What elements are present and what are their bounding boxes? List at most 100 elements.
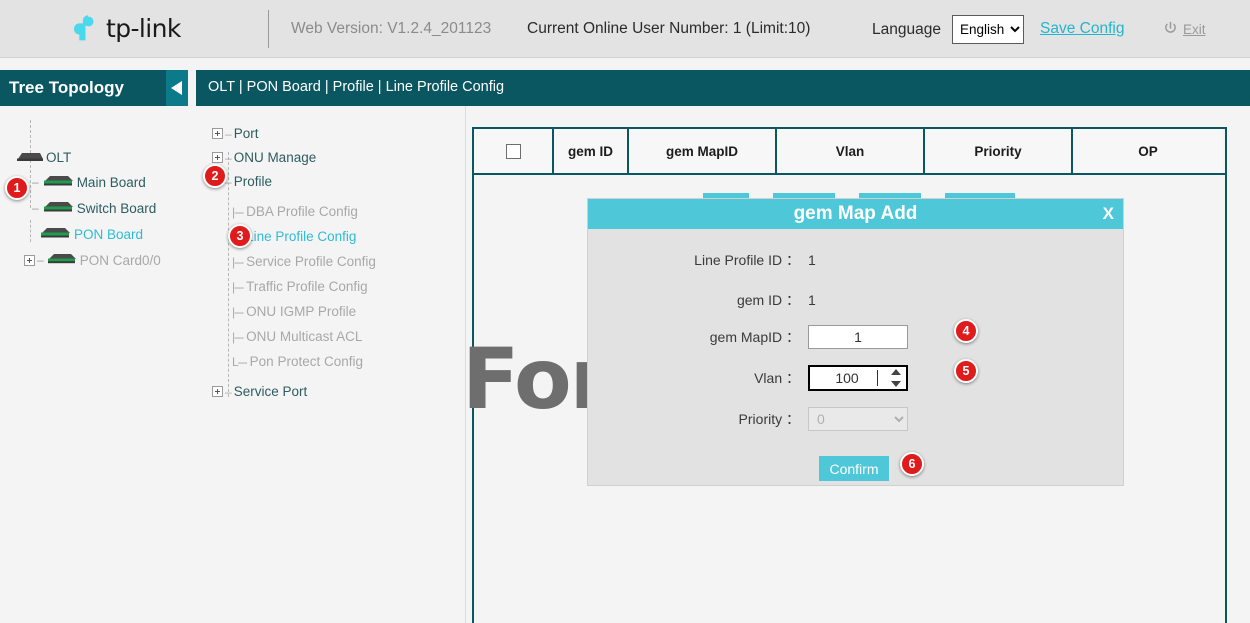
menu-dash: |--- <box>232 205 243 219</box>
navigation-menu-panel: – Port – ONU Manage – Profile |--- DBA P… <box>196 106 466 623</box>
tplink-logo: tp-link <box>68 12 181 44</box>
priority-select[interactable]: 0 <box>808 407 908 431</box>
field-priority: Priority ： 0 <box>588 407 1123 431</box>
menu-dash: |--- <box>232 330 243 344</box>
tree-item-olt[interactable]: OLT <box>14 150 71 165</box>
menu-dash: |--- <box>232 280 243 294</box>
dialog-title-bar: gem Map Add X <box>588 199 1123 229</box>
language-select[interactable]: English <box>952 15 1024 44</box>
field-line-profile-id: Line Profile ID ： 1 <box>588 250 1123 270</box>
menu-item-pon-protect-config[interactable]: L--- Pon Protect Config <box>232 354 363 369</box>
menu-item-label: Line Profile Config <box>246 229 356 244</box>
menu-dash: – <box>225 151 231 165</box>
menu-dash: |--- <box>232 305 243 319</box>
chevron-left-icon <box>171 81 182 95</box>
menu-item-label: ONU IGMP Profile <box>246 304 356 319</box>
table-header-gem-mapid[interactable]: gem MapID <box>629 129 777 173</box>
menu-item-service-profile-config[interactable]: |--- Service Profile Config <box>232 254 376 269</box>
tree-topology-header: Tree Topology <box>0 70 188 106</box>
expand-plus-icon[interactable] <box>212 152 223 163</box>
step-badge-4: 4 <box>954 319 978 343</box>
menu-dash: – <box>225 127 231 141</box>
gem-map-table-header: gem ID gem MapID Vlan Priority OP <box>472 127 1227 175</box>
menu-item-label: Service Port <box>234 384 308 399</box>
expand-plus-icon[interactable] <box>24 255 35 266</box>
expand-plus-icon[interactable] <box>212 386 223 397</box>
vlan-label: Vlan ： <box>588 368 808 388</box>
step-badge-5: 5 <box>954 359 978 383</box>
tree-item-main-board[interactable]: – Main Board <box>30 174 146 190</box>
tree-topology-title: Tree Topology <box>9 78 124 98</box>
stepper-down-icon[interactable] <box>891 381 901 387</box>
save-config-button[interactable]: Save Config <box>1040 20 1124 38</box>
step-badge-6: 6 <box>900 452 924 476</box>
vlan-stepper[interactable] <box>889 369 903 387</box>
line-profile-id-value: 1 <box>808 252 816 268</box>
field-gem-mapid: gem MapID ： <box>588 325 1123 349</box>
vlan-input[interactable] <box>810 367 884 389</box>
menu-item-onu-igmp-profile[interactable]: |--- ONU IGMP Profile <box>232 304 356 319</box>
tree-item-label: PON Card0/0 <box>80 253 161 268</box>
menu-item-onu-manage[interactable]: – ONU Manage <box>212 150 316 165</box>
table-header-gem-id[interactable]: gem ID <box>554 129 629 173</box>
tree-connector <box>30 220 31 242</box>
table-header-op[interactable]: OP <box>1073 129 1223 173</box>
exit-button[interactable]: Exit <box>1183 22 1206 37</box>
menu-item-port[interactable]: – Port <box>212 126 258 141</box>
step-badge-1: 1 <box>5 176 29 200</box>
menu-dash: |--- <box>232 255 243 269</box>
text-caret <box>877 370 878 386</box>
menu-item-label: DBA Profile Config <box>246 204 358 219</box>
gem-mapid-input[interactable] <box>808 325 908 349</box>
gem-mapid-label: gem MapID ： <box>588 327 808 347</box>
tree-item-label: Switch Board <box>77 201 157 216</box>
tree-dash: – <box>32 201 39 215</box>
tree-dash: – <box>32 175 39 189</box>
tree-collapse-button[interactable] <box>166 70 188 106</box>
table-header-vlan[interactable]: Vlan <box>777 129 925 173</box>
expand-plus-icon[interactable] <box>212 128 223 139</box>
tree-item-pon-board[interactable]: PON Board <box>38 226 143 242</box>
menu-item-label: Traffic Profile Config <box>246 279 368 294</box>
gem-map-add-dialog: gem Map Add X Line Profile ID ： 1 gem ID… <box>588 199 1123 485</box>
menu-item-label: Port <box>234 126 259 141</box>
menu-item-onu-multicast-acl[interactable]: |--- ONU Multicast ACL <box>232 329 362 344</box>
top-header-bar: tp-link Web Version: V1.2.4_201123 Curre… <box>0 0 1250 58</box>
menu-dash: L--- <box>232 355 247 369</box>
checkbox-icon[interactable] <box>506 144 521 159</box>
tplink-logo-icon <box>68 12 100 44</box>
field-vlan: Vlan ： <box>588 365 1123 391</box>
vlan-input-wrapper[interactable] <box>808 365 908 391</box>
confirm-button[interactable]: Confirm <box>819 456 889 481</box>
tree-dash: – <box>37 253 44 267</box>
table-header-priority[interactable]: Priority <box>925 129 1073 173</box>
menu-item-traffic-profile-config[interactable]: |--- Traffic Profile Config <box>232 279 368 294</box>
line-profile-id-label: Line Profile ID ： <box>588 250 808 270</box>
step-badge-3: 3 <box>228 224 252 248</box>
board-icon <box>41 200 75 216</box>
breadcrumb: OLT | PON Board | Profile | Line Profile… <box>208 79 504 95</box>
menu-item-service-port[interactable]: – Service Port <box>212 384 307 399</box>
stepper-up-icon[interactable] <box>891 369 901 375</box>
web-version-label: Web Version: V1.2.4_201123 <box>291 20 491 38</box>
close-icon[interactable]: X <box>1103 204 1114 224</box>
menu-item-dba-profile-config[interactable]: |--- DBA Profile Config <box>232 204 358 219</box>
online-user-count-label: Current Online User Number: 1 (Limit:10) <box>527 20 810 38</box>
tplink-logo-text: tp-link <box>106 14 181 43</box>
menu-item-label: ONU Manage <box>234 150 317 165</box>
menu-item-label: Service Profile Config <box>246 254 376 269</box>
board-icon <box>38 226 72 242</box>
gem-id-label: gem ID ： <box>588 290 808 310</box>
board-icon <box>41 174 75 190</box>
table-header-select-all[interactable] <box>474 129 554 173</box>
priority-label: Priority ： <box>588 409 808 429</box>
tree-item-label: Main Board <box>77 175 146 190</box>
tree-item-label: PON Board <box>74 227 143 242</box>
step-badge-2: 2 <box>203 164 227 188</box>
tree-item-pon-card[interactable]: – PON Card0/0 <box>24 252 161 268</box>
dialog-title: gem Map Add <box>794 203 918 225</box>
tree-topology-panel: Tree Topology OLT – <box>0 70 188 623</box>
tree-item-label: OLT <box>46 150 71 165</box>
menu-item-label: Pon Protect Config <box>250 354 363 369</box>
tree-item-switch-board[interactable]: – Switch Board <box>30 200 156 216</box>
